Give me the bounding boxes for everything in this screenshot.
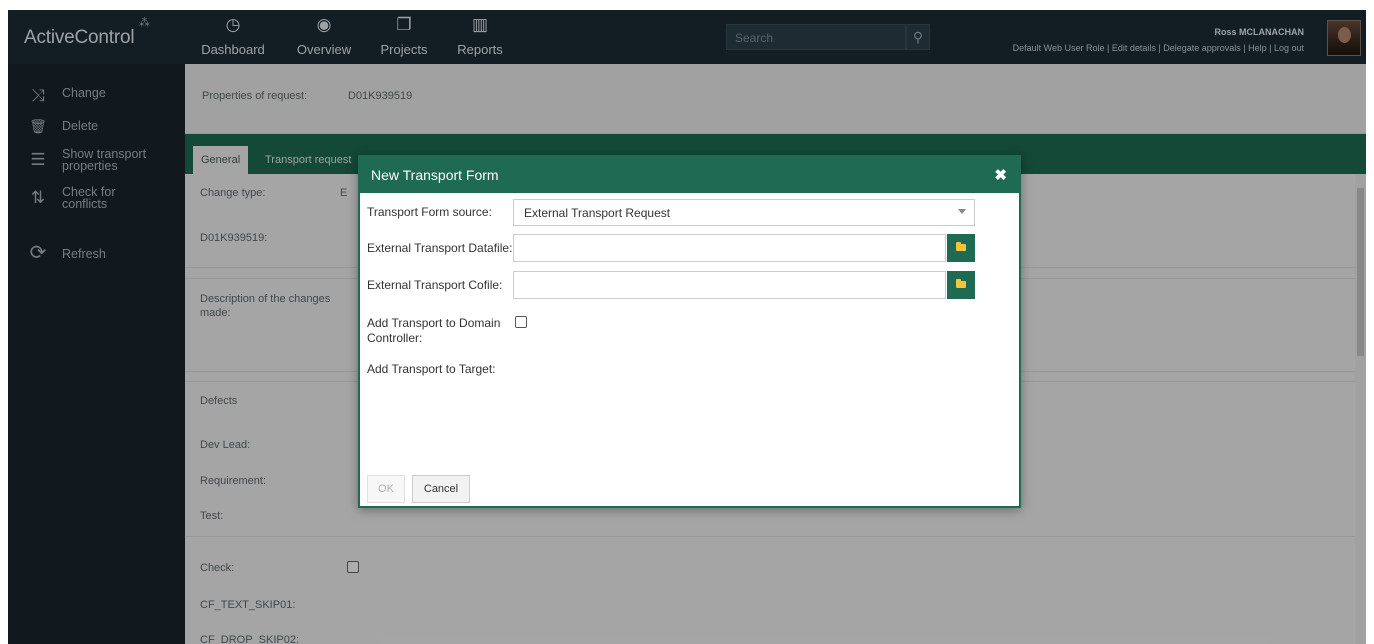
ok-button[interactable]: OK (367, 475, 405, 503)
transport-form-source-value: External Transport Request (524, 206, 671, 220)
close-icon[interactable]: ✖ (994, 166, 1007, 184)
cancel-button[interactable]: Cancel (412, 475, 470, 503)
folder-icon (956, 279, 966, 288)
datafile-browse-button[interactable] (947, 234, 975, 262)
transport-form-source-select[interactable]: External Transport Request (513, 199, 975, 226)
cofile-input[interactable] (513, 271, 946, 299)
dialog-header: New Transport Form ✖ (360, 157, 1019, 193)
dialog-title: New Transport Form (371, 167, 499, 183)
cofile-browse-button[interactable] (947, 271, 975, 299)
chevron-down-icon (958, 209, 966, 214)
transport-form-source-label: Transport Form source: (367, 205, 492, 219)
domain-controller-checkbox[interactable] (515, 316, 527, 328)
new-transport-form-dialog: New Transport Form ✖ Transport Form sour… (358, 155, 1021, 508)
add-to-target-label: Add Transport to Target: (367, 362, 496, 376)
datafile-label: External Transport Datafile: (367, 241, 513, 255)
cofile-label: External Transport Cofile: (367, 278, 503, 292)
folder-icon (956, 242, 966, 251)
domain-controller-label: Add Transport to Domain Controller: (367, 316, 501, 345)
datafile-input[interactable] (513, 234, 946, 262)
app-window: ActiveControl ⁂ ◷ Dashboard ◉ Overview ❐… (8, 10, 1366, 644)
